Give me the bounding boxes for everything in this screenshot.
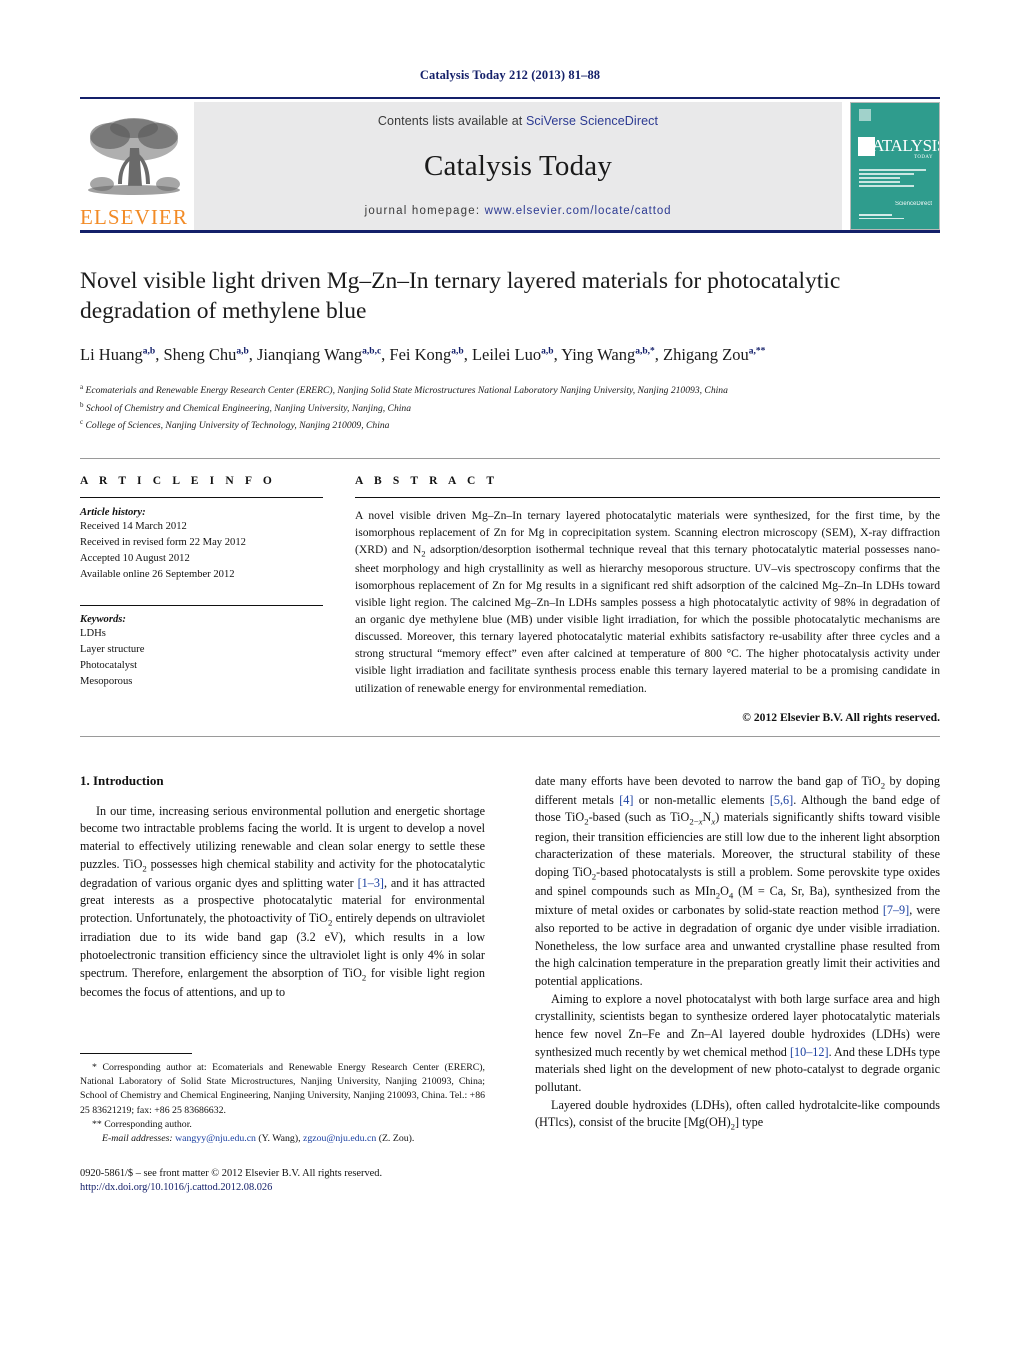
author-name: Ying Wang xyxy=(561,345,636,365)
issn-block: 0920-5861/$ – see front matter © 2012 El… xyxy=(80,1166,485,1192)
article-history-label: Article history: xyxy=(80,506,146,518)
affiliation-marker: c xyxy=(80,417,84,426)
author-affiliation-marker: a,b xyxy=(541,346,554,357)
citation-ref[interactable]: [5,6] xyxy=(770,793,793,807)
running-head: Catalysis Today 212 (2013) 81–88 xyxy=(419,68,601,82)
sciencedirect-link[interactable]: SciVerse ScienceDirect xyxy=(526,114,658,128)
author-name: Li Huang xyxy=(80,345,143,365)
affiliation: c College of Sciences, Nanjing Universit… xyxy=(80,417,390,431)
body-right-column: date many efforts have been devoted to n… xyxy=(535,773,940,1134)
author-affiliation-marker: a,b,* xyxy=(635,346,655,357)
affiliation-marker: a xyxy=(80,383,84,392)
author-name: Sheng Chu xyxy=(163,345,237,365)
abstract-rule xyxy=(355,496,940,498)
email-address-2[interactable]: zgzou@nju.edu.cn xyxy=(303,1133,376,1144)
intro-paragraph-left: In our time, increasing serious environm… xyxy=(80,803,486,999)
journal-cover-thumbnail: CATALYSIS TODAY ScienceDirect xyxy=(850,102,940,230)
author-affiliation-marker: a,b xyxy=(142,346,156,357)
author-name: Jianqiang Wang xyxy=(257,345,363,365)
email-label: E-mail addresses: xyxy=(102,1133,173,1145)
author-name: Fei Kong xyxy=(389,345,452,365)
author-affiliation-marker: a,b xyxy=(236,346,249,357)
footnote-corresponding-author: * Corresponding author at: Ecomaterials … xyxy=(80,1061,485,1116)
author-affiliation-marker: a,b xyxy=(451,346,464,357)
keyword-item: LDHs xyxy=(80,628,106,639)
article-info-rule xyxy=(80,496,323,498)
abstract-text: A novel visible driven Mg–Zn–In ternary … xyxy=(355,508,941,695)
journal-band: Contents lists available at SciVerse Sci… xyxy=(194,102,842,230)
history-line: Received 14 March 2012 xyxy=(80,520,187,532)
keyword-item: Layer structure xyxy=(80,644,145,656)
history-line: Accepted 10 August 2012 xyxy=(80,552,190,564)
intro-paragraph-right-2: Aiming to explore a novel photocatalyst … xyxy=(535,991,940,1095)
abstract-column: A B S T R A C T A novel visible driven M… xyxy=(355,475,940,724)
citation-ref[interactable]: [7–9] xyxy=(883,903,909,917)
email-owner-1: (Y. Wang), xyxy=(258,1133,301,1145)
cover-text-lines xyxy=(859,169,929,189)
info-top-rule xyxy=(80,457,940,459)
intro-paragraph-right-3: Layered double hydroxides (LDHs), often … xyxy=(535,1097,940,1132)
article-info-heading: A R T I C L E I N F O xyxy=(80,474,276,487)
section-heading-introduction: 1. Introduction xyxy=(80,772,164,788)
abstract-bottom-rule xyxy=(80,735,940,737)
email-owner-2: (Z. Zou). xyxy=(378,1133,415,1145)
author-list: Li Huanga,b, Sheng Chua,b, Jianqiang Wan… xyxy=(80,345,766,365)
body-columns: 1. Introduction In our time, increasing … xyxy=(80,773,940,1193)
masthead: ELSEVIER Contents lists available at Sci… xyxy=(80,97,940,230)
elsevier-wordmark: ELSEVIER xyxy=(80,205,188,229)
keyword-item: Photocatalyst xyxy=(80,660,138,672)
cover-sciencedirect-label: ScienceDirect xyxy=(894,201,932,207)
info-and-abstract: A R T I C L E I N F O Article history: R… xyxy=(80,475,940,724)
elsevier-logo: ELSEVIER xyxy=(80,102,188,230)
email-address-1[interactable]: wangyy@nju.edu.cn xyxy=(175,1133,256,1144)
footnote-corresponding-author-2: ** Corresponding author. xyxy=(92,1118,192,1130)
issn-front-matter: 0920-5861/$ – see front matter © 2012 El… xyxy=(80,1168,383,1180)
affiliation-list: a Ecomaterials and Renewable Energy Rese… xyxy=(80,382,940,433)
article-history-lines: Received 14 March 2012 Received in revis… xyxy=(80,519,323,583)
author-name: Zhigang Zou xyxy=(663,345,749,365)
title-block: Novel visible light driven Mg–Zn–In tern… xyxy=(80,267,940,434)
contents-available-line: Contents lists available at SciVerse Sci… xyxy=(378,114,658,128)
article-first-page: Catalysis Today 212 (2013) 81–88 ELSEVIE… xyxy=(0,0,1020,1351)
masthead-bottom-rule xyxy=(80,230,940,233)
author-affiliation-marker: a,b,c xyxy=(362,346,382,357)
journal-title: Catalysis Today xyxy=(423,150,613,182)
footnote-rule xyxy=(80,1052,192,1054)
journal-homepage-line: journal homepage: www.elsevier.com/locat… xyxy=(365,205,672,217)
keywords-label: Keywords: xyxy=(80,614,126,625)
abstract-copyright: © 2012 Elsevier B.V. All rights reserved… xyxy=(742,710,940,724)
affiliation: b School of Chemistry and Chemical Engin… xyxy=(80,400,411,414)
keywords-block: Keywords: LDHs Layer structure Photocata… xyxy=(80,605,323,690)
history-line: Available online 26 September 2012 xyxy=(80,568,235,580)
journal-homepage-url[interactable]: www.elsevier.com/locate/cattod xyxy=(485,205,672,217)
citation-ref[interactable]: [10–12] xyxy=(790,1045,829,1059)
citation-ref[interactable]: [4] xyxy=(619,793,633,807)
keyword-item: Mesoporous xyxy=(80,676,133,688)
footnote-emails: E-mail addresses: wangyy@nju.edu.cn (Y. … xyxy=(80,1132,485,1146)
article-title: Novel visible light driven Mg–Zn–In tern… xyxy=(80,268,841,324)
intro-paragraph-right-1: date many efforts have been devoted to n… xyxy=(535,773,940,988)
contents-prefix: Contents lists available at xyxy=(377,114,526,128)
citation-ref[interactable]: [1–3] xyxy=(358,876,384,890)
abstract-heading: A B S T R A C T xyxy=(355,474,499,487)
doi-link[interactable]: http://dx.doi.org/10.1016/j.cattod.2012.… xyxy=(80,1182,485,1193)
body-left-column: 1. Introduction In our time, increasing … xyxy=(80,773,485,1193)
affiliation-marker: b xyxy=(80,400,84,409)
cover-subtitle: TODAY xyxy=(914,155,933,160)
history-line: Received in revised form 22 May 2012 xyxy=(80,536,246,548)
elsevier-tree-icon xyxy=(88,118,180,195)
affiliation: a Ecomaterials and Renewable Energy Rese… xyxy=(80,383,728,397)
cover-elsevier-mark-icon xyxy=(859,109,871,121)
cover-footer-lines xyxy=(859,214,931,221)
author-name: Leilei Luo xyxy=(471,345,542,365)
article-info-column: A R T I C L E I N F O Article history: R… xyxy=(80,475,323,691)
footnotes: * Corresponding author at: Ecomaterials … xyxy=(80,1052,485,1193)
cover-title: CATALYSIS xyxy=(861,136,940,155)
author-affiliation-marker: a,** xyxy=(748,346,766,357)
keywords-rule xyxy=(80,605,323,606)
homepage-prefix: journal homepage: xyxy=(364,205,485,217)
